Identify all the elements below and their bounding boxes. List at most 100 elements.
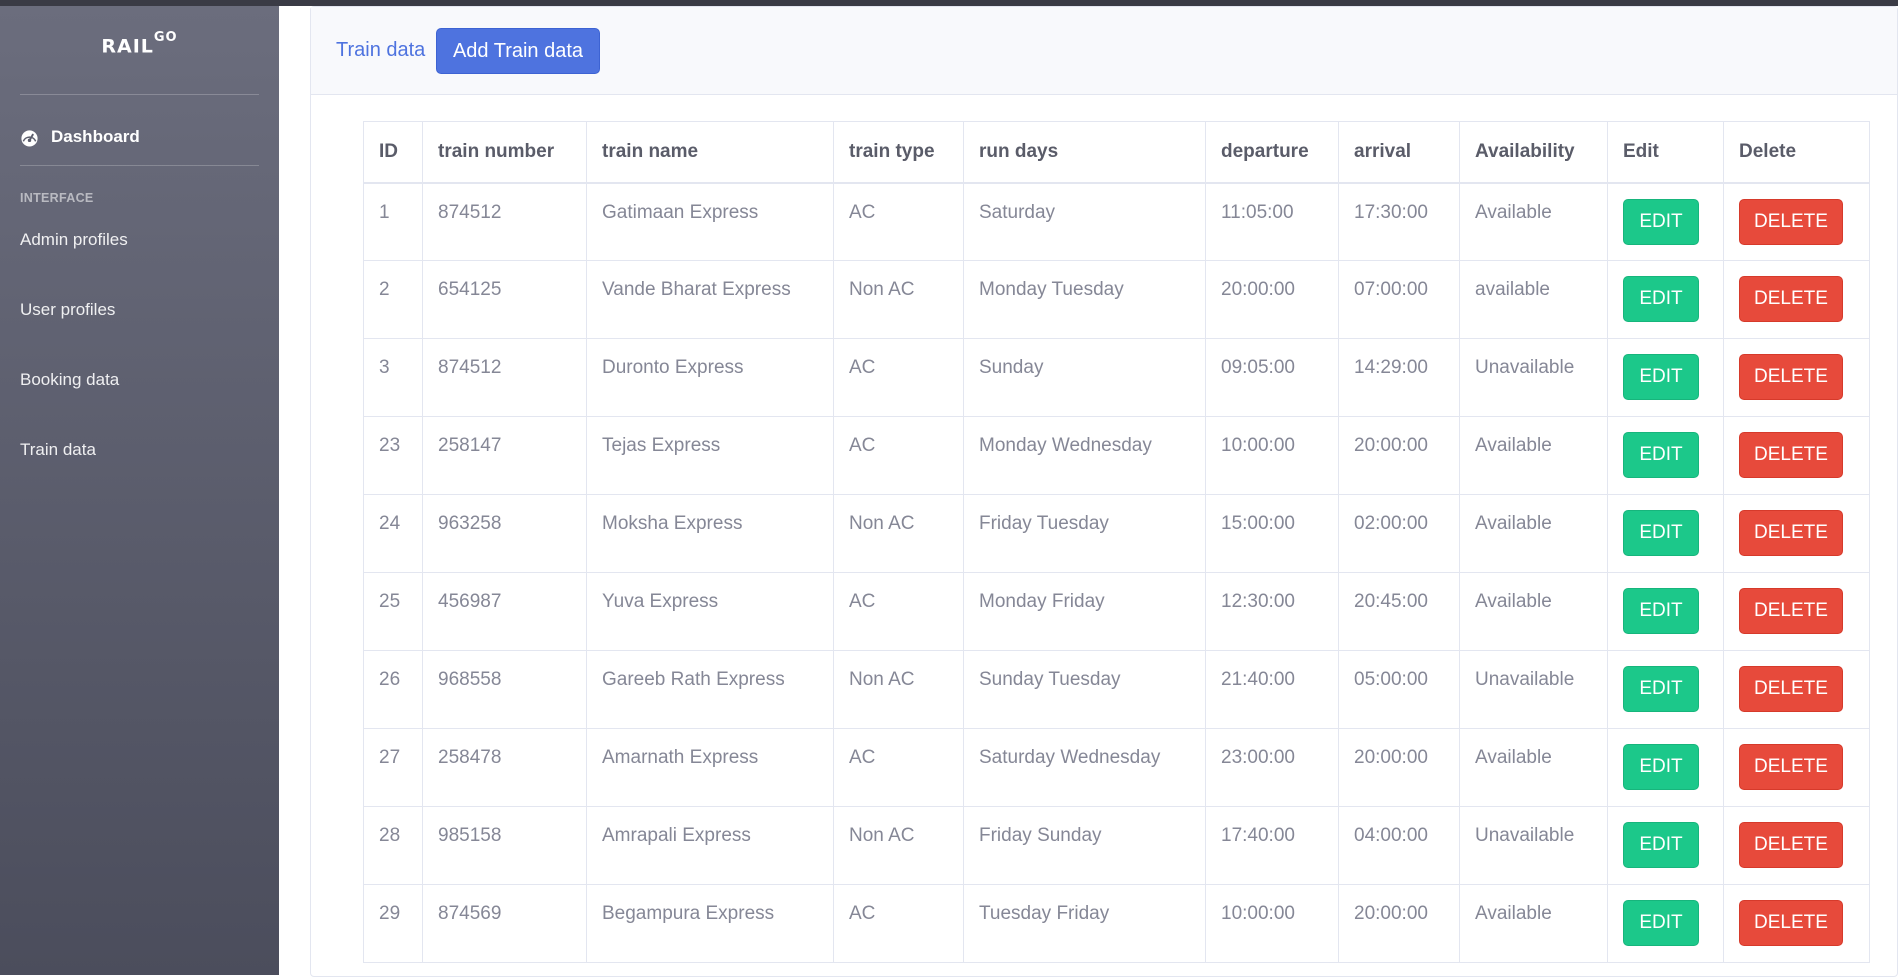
delete-button[interactable]: DELETE [1739, 198, 1843, 245]
cell-train-type: AC [833, 338, 964, 417]
column-header-delete: Delete [1723, 121, 1870, 184]
cell-departure: 11:05:00 [1205, 182, 1339, 261]
cell-train-name: Amrapali Express [586, 806, 834, 885]
delete-button[interactable]: DELETE [1739, 900, 1843, 946]
table-row: 3 874512 Duronto Express AC Sunday 09:05… [363, 338, 1870, 417]
cell-train-type: AC [833, 572, 964, 651]
cell-train-number: 874512 [422, 182, 587, 261]
sidebar-item-train-data[interactable]: Train data [20, 435, 96, 465]
edit-button[interactable]: EDIT [1623, 276, 1699, 322]
cell-train-number: 654125 [422, 260, 587, 339]
cell-train-type: Non AC [833, 494, 964, 573]
card-title: Train data [336, 39, 426, 61]
sidebar-item-admin-profiles[interactable]: Admin profiles [20, 225, 128, 255]
cell-run-days: Tuesday Friday [963, 884, 1206, 963]
cell-arrival: 05:00:00 [1338, 650, 1460, 729]
cell-train-type: Non AC [833, 806, 964, 885]
cell-edit: EDIT [1607, 728, 1724, 807]
edit-button[interactable]: EDIT [1623, 588, 1699, 634]
column-header-edit: Edit [1607, 121, 1724, 184]
cell-run-days: Sunday [963, 338, 1206, 417]
cell-arrival: 20:00:00 [1338, 884, 1460, 963]
delete-button[interactable]: DELETE [1739, 510, 1843, 556]
column-header-arrival: arrival [1338, 121, 1460, 184]
cell-train-number: 968558 [422, 650, 587, 729]
cell-train-number: 874512 [422, 338, 587, 417]
edit-button[interactable]: EDIT [1623, 198, 1699, 245]
cell-train-name: Moksha Express [586, 494, 834, 573]
brand-superscript: GO [153, 30, 178, 45]
table-row: 27 258478 Amarnath Express AC Saturday W… [363, 728, 1870, 807]
cell-train-type: AC [833, 884, 964, 963]
table-row: 1 874512 Gatimaan Express AC Saturday 11… [363, 182, 1870, 261]
edit-button[interactable]: EDIT [1623, 510, 1699, 556]
cell-id: 29 [363, 884, 423, 963]
cell-train-number: 258478 [422, 728, 587, 807]
cell-departure: 20:00:00 [1205, 260, 1339, 339]
delete-button[interactable]: DELETE [1739, 822, 1843, 868]
cell-delete: DELETE [1723, 338, 1870, 417]
cell-run-days: Monday Wednesday [963, 416, 1206, 495]
cell-id: 2 [363, 260, 423, 339]
cell-train-name: Begampura Express [586, 884, 834, 963]
cell-availability: Available [1459, 182, 1608, 261]
table-row: 28 985158 Amrapali Express Non AC Friday… [363, 806, 1870, 885]
cell-edit: EDIT [1607, 416, 1724, 495]
cell-train-name: Gareeb Rath Express [586, 650, 834, 729]
cell-edit: EDIT [1607, 650, 1724, 729]
sidebar-item-user-profiles[interactable]: User profiles [20, 295, 115, 325]
cell-id: 25 [363, 572, 423, 651]
delete-button[interactable]: DELETE [1739, 588, 1843, 634]
delete-button[interactable]: DELETE [1739, 354, 1843, 400]
cell-edit: EDIT [1607, 338, 1724, 417]
cell-id: 26 [363, 650, 423, 729]
main-content: Train data Add Train data ID train numbe… [279, 6, 1898, 977]
cell-arrival: 20:00:00 [1338, 416, 1460, 495]
cell-availability: Unavailable [1459, 806, 1608, 885]
cell-id: 23 [363, 416, 423, 495]
table-row: 25 456987 Yuva Express AC Monday Friday … [363, 572, 1870, 651]
cell-delete: DELETE [1723, 416, 1870, 495]
cell-run-days: Saturday [963, 182, 1206, 261]
brand-logo[interactable]: RAILGO [0, 30, 279, 57]
sidebar-section-heading: INTERFACE [20, 191, 94, 205]
table-row: 24 963258 Moksha Express Non AC Friday T… [363, 494, 1870, 573]
cell-departure: 12:30:00 [1205, 572, 1339, 651]
cell-departure: 17:40:00 [1205, 806, 1339, 885]
cell-delete: DELETE [1723, 494, 1870, 573]
cell-availability: Available [1459, 884, 1608, 963]
cell-edit: EDIT [1607, 260, 1724, 339]
sidebar-item-booking-data[interactable]: Booking data [20, 365, 119, 395]
edit-button[interactable]: EDIT [1623, 354, 1699, 400]
sidebar-item-dashboard[interactable]: Dashboard [20, 118, 140, 156]
cell-train-number: 874569 [422, 884, 587, 963]
delete-button[interactable]: DELETE [1739, 666, 1843, 712]
edit-button[interactable]: EDIT [1623, 666, 1699, 712]
edit-button[interactable]: EDIT [1623, 432, 1699, 478]
card-header: Train data Add Train data [311, 7, 1897, 95]
delete-button[interactable]: DELETE [1739, 744, 1843, 790]
tachometer-icon [21, 129, 38, 147]
cell-delete: DELETE [1723, 260, 1870, 339]
column-header-train-type: train type [833, 121, 964, 184]
edit-button[interactable]: EDIT [1623, 900, 1699, 946]
cell-train-name: Gatimaan Express [586, 182, 834, 261]
cell-run-days: Monday Tuesday [963, 260, 1206, 339]
cell-delete: DELETE [1723, 182, 1870, 261]
table-row: 23 258147 Tejas Express AC Monday Wednes… [363, 416, 1870, 495]
cell-departure: 10:00:00 [1205, 884, 1339, 963]
edit-button[interactable]: EDIT [1623, 744, 1699, 790]
cell-edit: EDIT [1607, 884, 1724, 963]
cell-delete: DELETE [1723, 572, 1870, 651]
cell-delete: DELETE [1723, 650, 1870, 729]
cell-arrival: 20:00:00 [1338, 728, 1460, 807]
edit-button[interactable]: EDIT [1623, 822, 1699, 868]
delete-button[interactable]: DELETE [1739, 276, 1843, 322]
cell-id: 28 [363, 806, 423, 885]
cell-train-type: Non AC [833, 650, 964, 729]
column-header-train-number: train number [422, 121, 587, 184]
add-train-data-button[interactable]: Add Train data [436, 28, 600, 74]
cell-arrival: 02:00:00 [1338, 494, 1460, 573]
delete-button[interactable]: DELETE [1739, 432, 1843, 478]
sidebar-divider [20, 165, 259, 166]
